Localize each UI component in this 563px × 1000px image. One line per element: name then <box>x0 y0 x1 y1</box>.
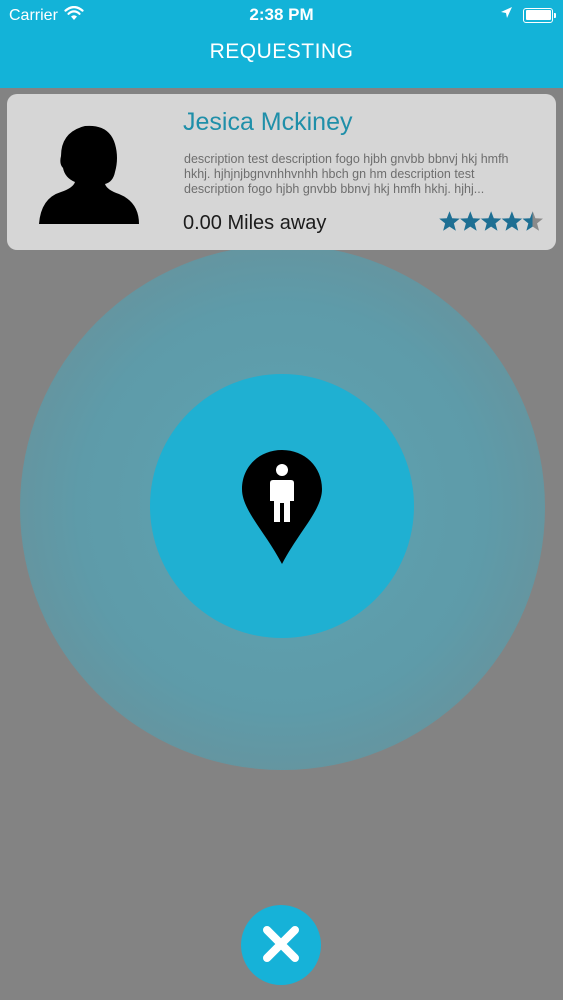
star-icon <box>439 211 460 231</box>
star-icon <box>460 211 481 231</box>
star-icon <box>501 211 523 231</box>
page-title: REQUESTING <box>209 40 354 63</box>
driver-distance: 0.00 Miles away <box>183 212 327 234</box>
status-time: 2:38 PM <box>249 5 314 24</box>
star-icon <box>480 211 502 231</box>
battery-icon <box>523 7 556 23</box>
star-rating <box>439 211 543 233</box>
status-bar: Carrier 2:38 PM <box>0 0 563 30</box>
location-arrow-icon <box>500 6 513 24</box>
cancel-request-button[interactable] <box>241 905 321 985</box>
driver-name: Jesica Mckiney <box>183 108 353 136</box>
person-silhouette-icon <box>35 118 143 226</box>
driver-card[interactable]: Jesica Mckiney description test descript… <box>7 94 556 250</box>
driver-description: description test description fogo hjbh g… <box>184 152 509 196</box>
star-icon <box>522 211 543 231</box>
close-icon <box>261 924 301 967</box>
status-right <box>500 6 556 24</box>
app-header: Carrier 2:38 PM REQUESTING <box>0 0 563 88</box>
person-map-pin-icon <box>240 448 324 568</box>
